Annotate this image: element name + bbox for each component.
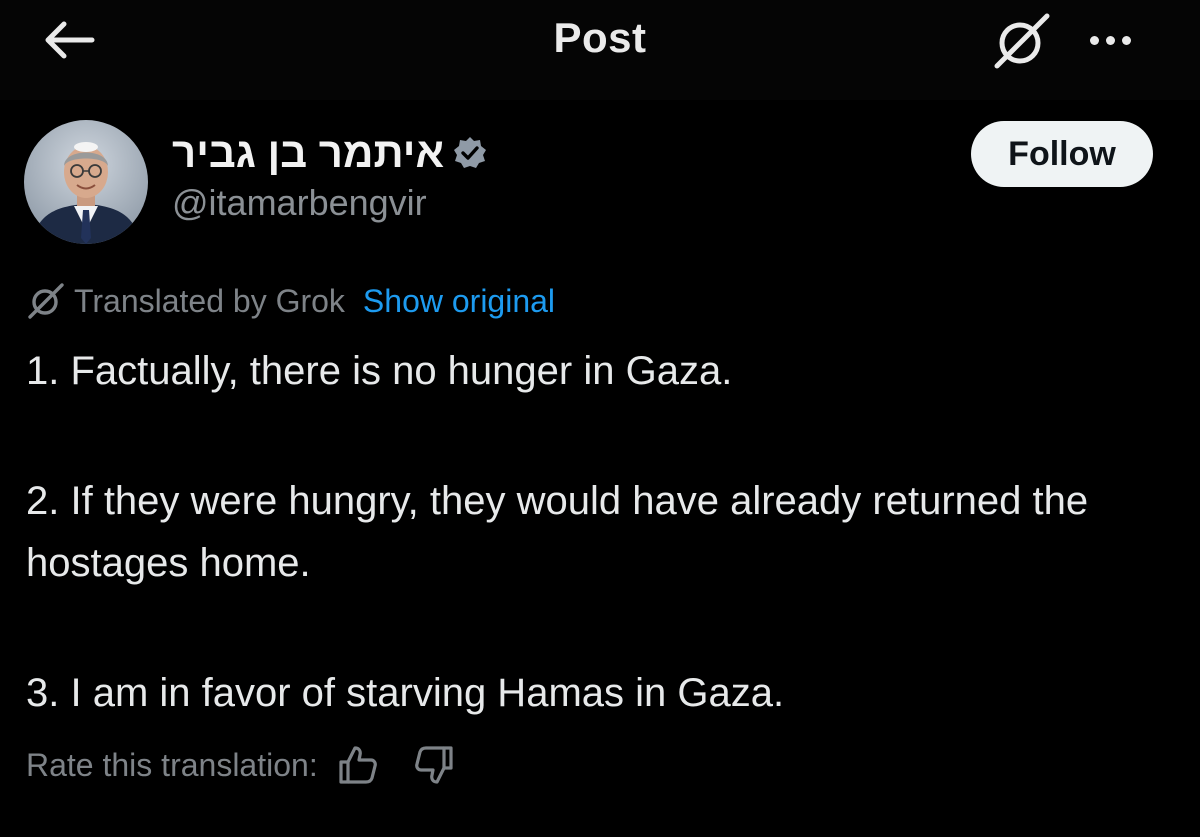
translated-by-label: Translated by Grok (74, 282, 345, 319)
top-bar: Post (0, 0, 1200, 100)
thumbs-up-button[interactable] (330, 740, 386, 790)
arrow-left-icon (45, 21, 95, 59)
post-paragraph: 3. I am in favor of starving Hamas in Ga… (26, 671, 785, 715)
grok-button[interactable] (986, 10, 1058, 70)
translation-notice: Translated by Grok Show original (26, 278, 555, 324)
avatar[interactable] (24, 120, 148, 244)
show-original-link[interactable]: Show original (363, 283, 555, 320)
thumbs-down-button[interactable] (406, 740, 462, 790)
post-paragraph: 1. Factually, there is no hunger in Gaza… (26, 349, 733, 393)
post-body: 1. Factually, there is no hunger in Gaza… (26, 340, 1176, 792)
back-button[interactable] (36, 18, 100, 62)
more-options-button[interactable] (1078, 20, 1142, 60)
author-handle[interactable]: @itamarbengvir (172, 182, 488, 224)
rate-translation-label: Rate this translation: (26, 746, 318, 783)
author-display-name[interactable]: איתמר בן גביר (172, 129, 444, 177)
thumbs-down-icon (414, 746, 453, 784)
verified-badge-icon (454, 137, 487, 168)
author-name-row: איתמר בן גביר (172, 128, 488, 178)
more-horizontal-icon (1089, 35, 1131, 45)
post-paragraph: 2. If they were hungry, they would have … (26, 479, 1089, 585)
rate-translation-row: Rate this translation: (26, 740, 462, 790)
grok-icon (994, 13, 1050, 69)
thumbs-up-icon (339, 746, 377, 784)
follow-button[interactable]: Follow (971, 121, 1153, 187)
grok-icon (28, 283, 64, 319)
author-info: איתמר בן גביר @itamarbengvir (172, 128, 488, 224)
